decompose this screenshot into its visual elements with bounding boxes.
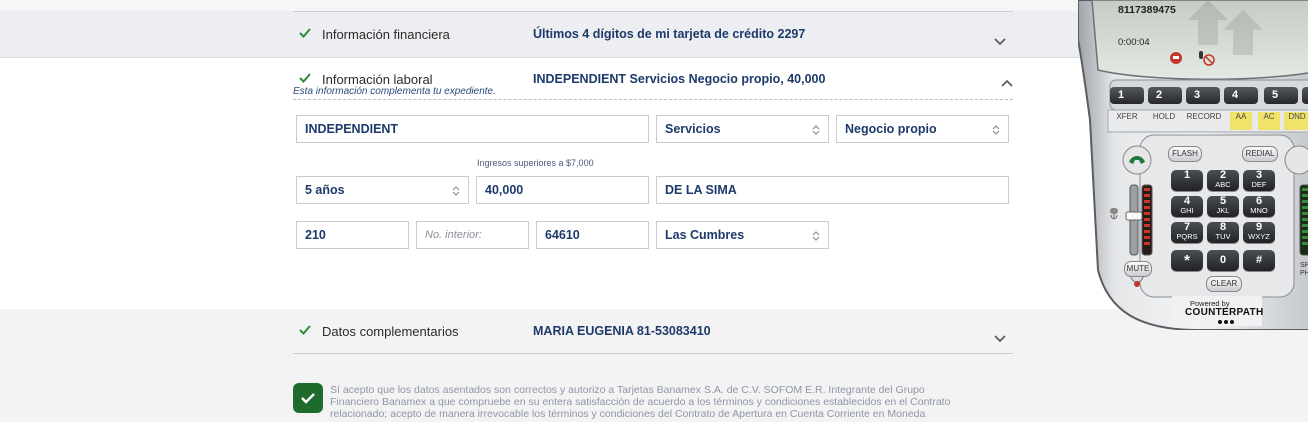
select-arrows-icon (812, 231, 820, 241)
dashed-divider (293, 99, 1013, 100)
dial-key-star[interactable]: * (1171, 250, 1203, 271)
softphone-window: 8117389475 0:00:04 1 2 3 4 5 XFER HOLD R… (1078, 0, 1308, 330)
income-input[interactable]: 40,000 (476, 176, 649, 204)
line-button-6[interactable] (1302, 87, 1308, 104)
int-number-input[interactable]: No. interior: (416, 221, 529, 249)
line-button-4[interactable]: 4 (1224, 87, 1258, 104)
line-button-3[interactable]: 3 (1186, 87, 1220, 104)
aa-button[interactable]: AA (1230, 112, 1252, 130)
dial-key-5[interactable]: 5 JKL (1207, 196, 1239, 217)
check-icon (301, 393, 315, 404)
sector-value: Servicios (665, 122, 721, 136)
business-value: Negocio propio (845, 122, 937, 136)
labor-note: Esta información complementa tu expedien… (293, 86, 496, 97)
financial-title: Información financiera (322, 27, 450, 42)
seniority-select[interactable]: 5 años (296, 176, 469, 204)
terms-checkbox[interactable] (293, 383, 323, 413)
mute-button[interactable]: MUTE (1124, 261, 1152, 277)
dial-key-1[interactable]: 1 (1171, 170, 1203, 191)
dial-key-hash[interactable]: # (1243, 250, 1275, 271)
ext-number-input[interactable]: 210 (296, 221, 409, 249)
flash-button[interactable]: FLASH (1168, 146, 1202, 162)
complementary-title: Datos complementarios (322, 324, 459, 339)
line-button-1[interactable]: 1 (1110, 87, 1144, 104)
select-arrows-icon (452, 186, 460, 196)
select-arrows-icon (812, 125, 820, 135)
employment-type-input[interactable]: INDEPENDIENT (296, 115, 649, 143)
line-button-5[interactable]: 5 (1264, 87, 1298, 104)
dial-key-8[interactable]: 8 TUV (1207, 222, 1239, 243)
dial-key-6[interactable]: 6 MNO (1243, 196, 1275, 217)
divider (293, 353, 1013, 354)
divider (293, 11, 1013, 12)
check-icon (299, 28, 311, 38)
dial-key-2[interactable]: 2 ABC (1207, 170, 1239, 191)
income-helper: Ingresos superiores a $7,000 (477, 158, 594, 168)
softphone-timer: 0:00:04 (1118, 37, 1150, 48)
check-icon (299, 325, 311, 335)
redial-button[interactable]: REDIAL (1242, 146, 1278, 162)
select-arrows-icon (992, 125, 1000, 135)
hold-button[interactable]: HOLD (1150, 112, 1178, 130)
sector-select[interactable]: Servicios (656, 115, 829, 143)
speaker-button[interactable]: SPEA PHO (1300, 262, 1308, 278)
financial-value: Últimos 4 dígitos de mi tarjeta de crédi… (533, 27, 806, 41)
dnd-button[interactable]: DND (1284, 112, 1308, 130)
postal-code-input[interactable]: 64610 (536, 221, 649, 249)
chevron-down-icon[interactable] (994, 334, 1006, 344)
dial-key-3[interactable]: 3 DEF (1243, 170, 1275, 191)
neighborhood-value: Las Cumbres (665, 228, 745, 242)
labor-title: Información laboral (322, 72, 433, 87)
labor-value: INDEPENDIENT Servicios Negocio propio, 4… (533, 72, 826, 86)
xfer-button[interactable]: XFER (1114, 112, 1140, 130)
chevron-down-icon[interactable] (994, 37, 1006, 47)
dial-key-0[interactable]: 0 (1207, 250, 1239, 271)
clear-button[interactable]: CLEAR (1206, 276, 1242, 292)
counterpath-logo: COUNTERPATH (1185, 307, 1264, 318)
check-icon (299, 73, 311, 83)
dial-key-4[interactable]: 4 GHI (1171, 196, 1203, 217)
street-input[interactable]: DE LA SIMA (656, 176, 1009, 204)
seniority-value: 5 años (305, 183, 345, 197)
neighborhood-select[interactable]: Las Cumbres (656, 221, 829, 249)
chevron-up-icon[interactable] (1001, 78, 1013, 88)
softphone-body (1078, 0, 1308, 330)
record-button[interactable]: RECORD (1184, 112, 1224, 130)
dial-key-7[interactable]: 7 PQRS (1171, 222, 1203, 243)
business-select[interactable]: Negocio propio (836, 115, 1009, 143)
softphone-number: 8117389475 (1118, 4, 1176, 16)
line-button-2[interactable]: 2 (1148, 87, 1182, 104)
terms-text: Sí acepto que los datos asentados son co… (330, 384, 951, 420)
dial-key-9[interactable]: 9 WXYZ (1243, 222, 1275, 243)
ac-button[interactable]: AC (1258, 112, 1280, 130)
complementary-value: MARIA EUGENIA 81-53083410 (533, 324, 711, 338)
